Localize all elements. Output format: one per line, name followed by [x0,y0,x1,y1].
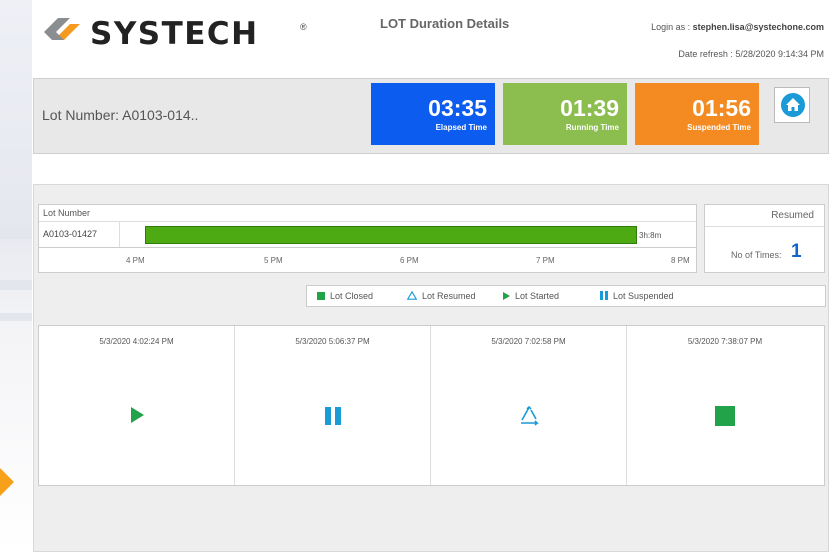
event-card-started: 5/3/2020 4:02:24 PM [39,326,235,485]
event-history: 5/3/2020 4:02:24 PM 5/3/2020 5:06:37 PM … [38,325,825,486]
legend-item-lot-started: Lot Started [502,291,559,302]
event-timestamp: 5/3/2020 4:02:24 PM [99,337,174,346]
lot-number-label: Lot Number: A0103-014.. [42,107,199,123]
square-icon [627,406,823,430]
timeline-tick-label: 4 PM [126,256,145,265]
legend-label: Lot Resumed [422,291,476,301]
legend-item-lot-closed: Lot Closed [317,291,373,302]
timeline-row-label: A0103-01427 [43,229,98,239]
login-info: Login as : stephen.lisa@systechone.com [651,22,824,32]
divider [119,221,120,247]
running-time-label: Running Time [565,123,619,132]
background-stripe [0,280,32,290]
play-icon [502,292,510,302]
event-timestamp: 5/3/2020 7:02:58 PM [491,337,566,346]
recycle-icon [431,405,626,430]
event-card-closed: 5/3/2020 7:38:07 PM [627,326,823,485]
timeline-duration-bar[interactable] [145,226,637,244]
home-button[interactable] [774,87,810,123]
legend-item-lot-resumed: Lot Resumed [406,290,476,302]
lot-summary-bar: Lot Number: A0103-014.. 03:35 Elapsed Ti… [33,78,829,154]
systech-logo: SYSTECH ® [40,12,307,52]
elapsed-time-label: Elapsed Time [435,123,487,132]
resumed-count: 1 [791,241,802,262]
divider [39,247,696,248]
date-refresh: Date refresh : 5/28/2020 9:14:34 PM [678,49,824,59]
legend-label: Lot Closed [330,291,374,301]
event-legend: Lot Closed Lot Resumed Lot Started Lot S… [306,285,826,307]
suspended-time-value: 01:56 [692,95,751,121]
suspended-time-tile: 01:56 Suspended Time [635,83,759,145]
suspended-time-label: Suspended Time [687,123,751,132]
pause-icon [600,291,608,302]
timeline-tick-label: 7 PM [536,256,555,265]
login-prefix: Login as : [651,22,693,32]
running-time-tile: 01:39 Running Time [503,83,627,145]
resumed-title: Resumed [705,210,824,227]
elapsed-time-tile: 03:35 Elapsed Time [371,83,495,145]
page-title: LOT Duration Details [380,16,510,31]
event-card-suspended: 5/3/2020 5:06:37 PM [235,326,431,485]
timeline-tick-label: 8 PM [671,256,690,265]
registered-mark: ® [300,22,307,32]
home-icon [781,93,805,117]
resumed-summary: Resumed No of Times: 1 [704,204,825,273]
pause-icon [235,406,430,430]
background-stripe [0,313,32,321]
timeline-tick-label: 6 PM [400,256,419,265]
legend-label: Lot Suspended [613,291,674,301]
logo-mark-icon [44,18,80,40]
divider [39,221,696,222]
square-icon [317,292,325,302]
orange-arrow-icon [0,468,14,496]
logo-text: SYSTECH [90,16,259,52]
timeline-duration-label: 3h:8m [639,231,662,240]
running-time-value: 01:39 [560,95,619,121]
event-timestamp: 5/3/2020 7:38:07 PM [687,337,763,346]
timeline-header: Lot Number [43,208,91,218]
legend-item-lot-suspended: Lot Suspended [600,291,674,302]
event-card-resumed: 5/3/2020 7:02:58 PM [431,326,627,485]
login-user: stephen.lisa@systechone.com [692,22,824,32]
elapsed-time-value: 03:35 [428,95,487,121]
lot-details-panel: Lot Number A0103-01427 3h:8m 4 PM 5 PM 6… [33,184,829,552]
recycle-icon [406,290,418,302]
background-stripe [0,225,32,239]
play-icon [39,406,234,430]
event-timestamp: 5/3/2020 5:06:37 PM [295,337,370,346]
timeline-tick-label: 5 PM [264,256,283,265]
lot-timeline-chart: Lot Number A0103-01427 3h:8m 4 PM 5 PM 6… [38,204,697,273]
legend-label: Lot Started [515,291,560,301]
resumed-count-label: No of Times: [731,250,782,260]
